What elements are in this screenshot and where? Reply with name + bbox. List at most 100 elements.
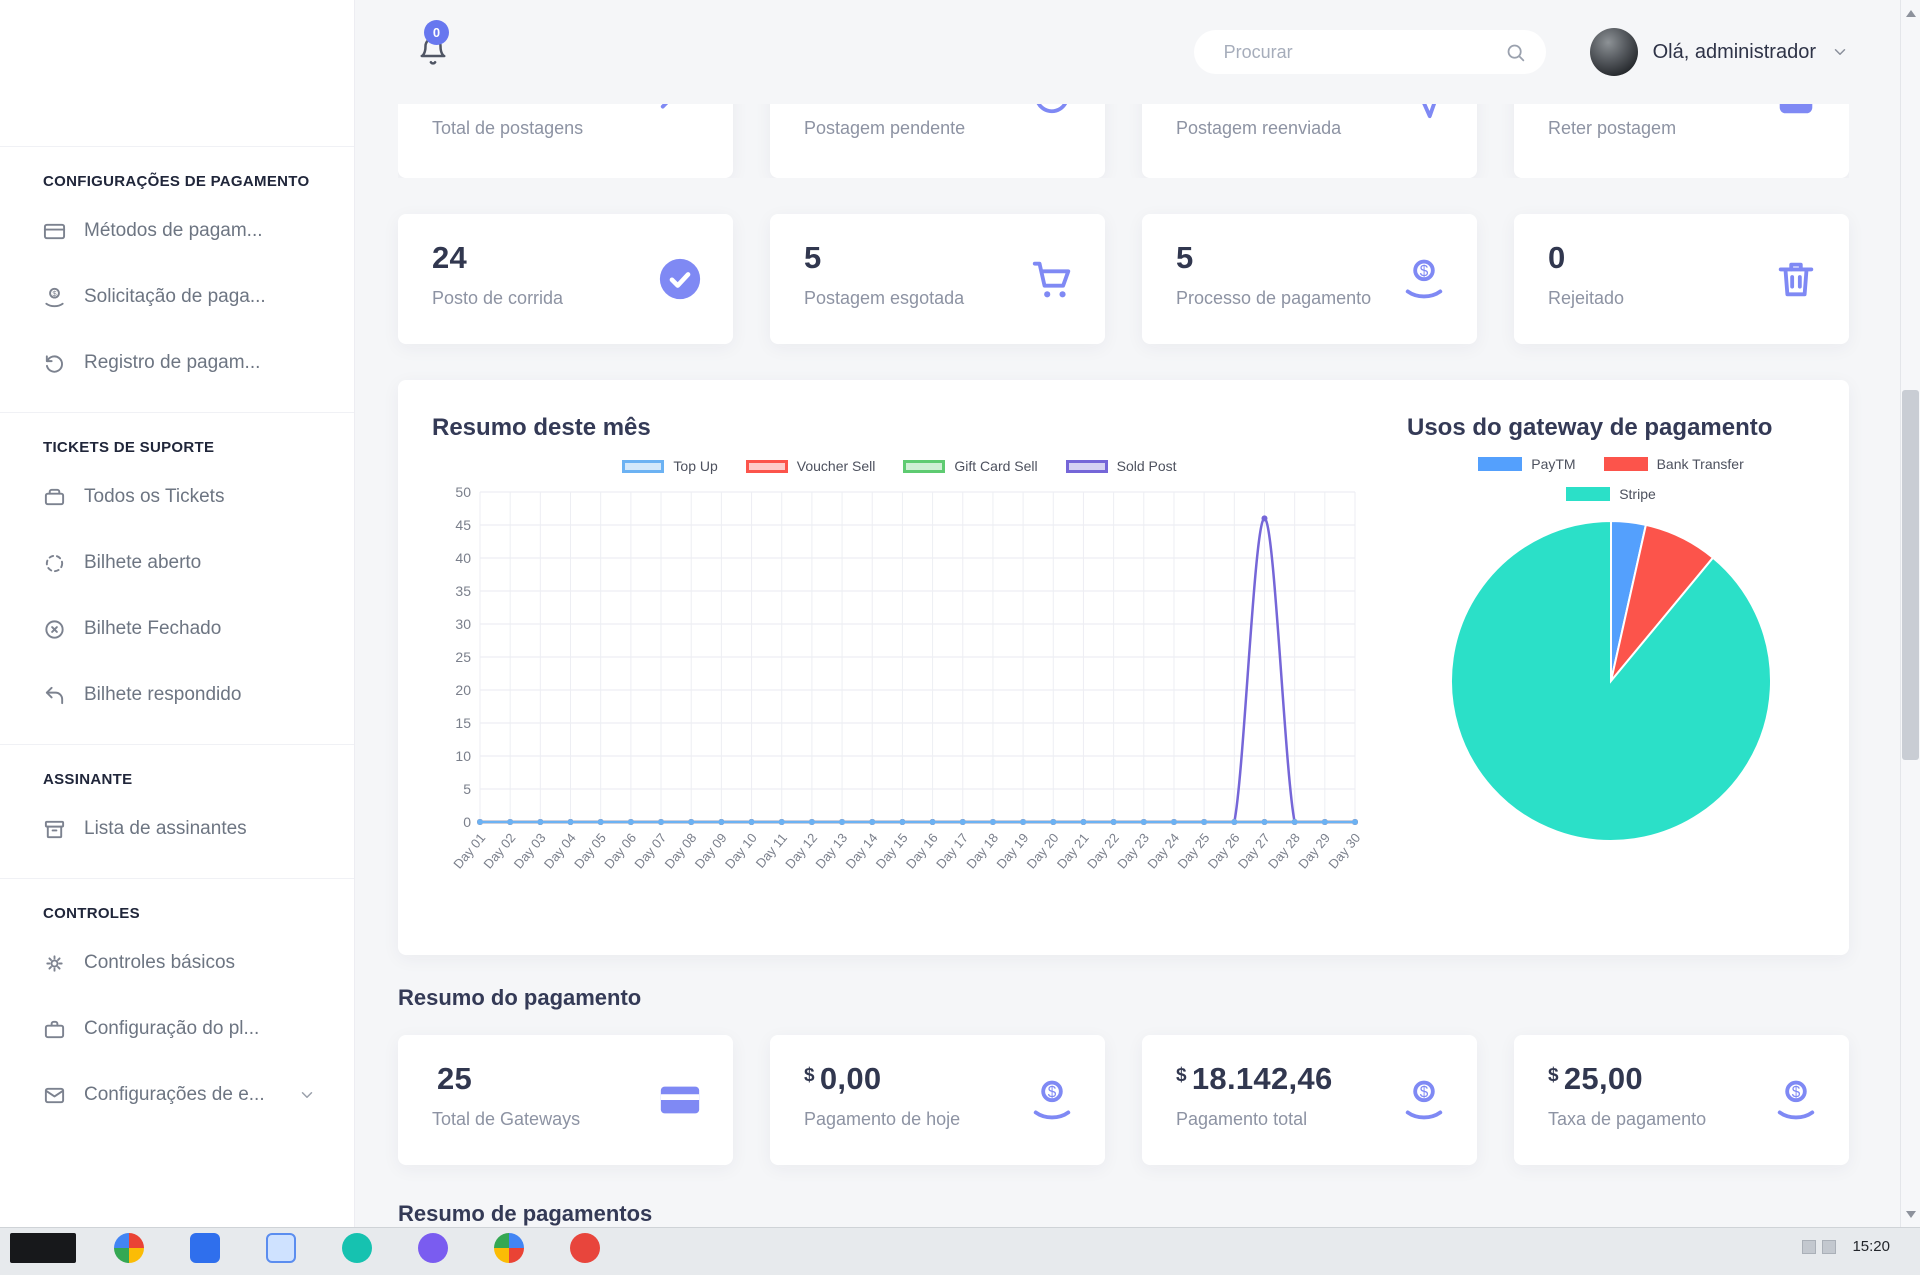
line-chart: 05101520253035404550Day 01Day 02Day 03Da… [432, 478, 1367, 918]
scroll-down-arrow[interactable] [1901, 1203, 1920, 1225]
svg-text:Day 14: Day 14 [843, 830, 881, 871]
legend-item-top-up[interactable]: Top Up [622, 458, 717, 474]
svg-text:Day 19: Day 19 [993, 830, 1031, 871]
sidebar-item-todos-tickets[interactable]: Todos os Tickets [0, 464, 354, 530]
sidebar-item-lista-assinantes[interactable]: Lista de assinantes [0, 796, 354, 862]
sidebar-section-payment-settings: CONFIGURAÇÕES DE PAGAMENTO Métodos de pa… [0, 147, 354, 396]
sidebar-item-bilhete-respondido[interactable]: Bilhete respondido [0, 662, 354, 728]
credit-card-icon [657, 1077, 703, 1123]
svg-text:Day 07: Day 07 [631, 830, 669, 871]
svg-text:Day 28: Day 28 [1265, 830, 1303, 871]
legend-swatch [1604, 457, 1648, 471]
currency-prefix: $ [804, 1065, 815, 1086]
svg-text:40: 40 [455, 550, 471, 566]
summary-panel: Resumo deste mês Top Up Voucher Sell [398, 380, 1849, 955]
taskbar-icons [114, 1233, 600, 1263]
reply-icon [43, 684, 66, 707]
pie-chart-legend-row1: PayTM Bank Transfer [1407, 456, 1815, 472]
sidebar-item-registro-pagamento[interactable]: Registro de pagam... [0, 330, 354, 396]
svg-text:20: 20 [455, 682, 471, 698]
hand-dollar-icon [1029, 1077, 1075, 1123]
chevron-down-icon [298, 1086, 316, 1104]
svg-text:Day 17: Day 17 [933, 830, 971, 871]
stat-card-total-postagens: Total de postagens [398, 104, 733, 178]
svg-text:15: 15 [455, 715, 471, 731]
stat-card-total-gateways: 25 Total de Gateways [398, 1035, 733, 1165]
sidebar-item-bilhete-aberto[interactable]: Bilhete aberto [0, 530, 354, 596]
taskbar-app-icon-browser[interactable] [114, 1233, 144, 1263]
svg-text:Day 13: Day 13 [812, 830, 850, 871]
currency-prefix: $ [1548, 1065, 1559, 1086]
svg-text:Day 25: Day 25 [1174, 830, 1212, 871]
main-area: 0 Olá, administrador Total de p [355, 0, 1920, 1245]
taskbar-app-icon-teal[interactable] [342, 1233, 372, 1263]
sidebar-item-label: Registro de pagam... [84, 352, 260, 374]
legend-item-stripe[interactable]: Stripe [1566, 486, 1656, 502]
taskbar-app-icon-purple[interactable] [418, 1233, 448, 1263]
svg-text:Day 18: Day 18 [963, 830, 1001, 871]
dashboard-content: Total de postagens Postagem pendente Pos… [355, 104, 1920, 1227]
circle-dashed-icon [43, 552, 66, 575]
legend-item-bank-transfer[interactable]: Bank Transfer [1604, 456, 1744, 472]
box-icon [1773, 104, 1819, 120]
taskbar-app-icon-browser2[interactable] [494, 1233, 524, 1263]
svg-text:Day 08: Day 08 [662, 830, 700, 871]
stat-value: 0,00 [820, 1061, 882, 1096]
scroll-up-arrow[interactable] [1901, 2, 1920, 24]
search-icon[interactable] [1505, 42, 1526, 63]
sidebar-item-controles-basicos[interactable]: Controles básicos [0, 930, 354, 996]
legend-item-sold-post[interactable]: Sold Post [1066, 458, 1177, 474]
history-icon [43, 352, 66, 375]
legend-label: Sold Post [1117, 458, 1177, 474]
taskbar: 15:20 [0, 1227, 1920, 1275]
stat-label: Total de postagens [432, 118, 699, 139]
credit-card-icon [43, 220, 66, 243]
search-box [1194, 30, 1546, 74]
monthly-summary-chart-section: Resumo deste mês Top Up Voucher Sell [432, 412, 1367, 923]
user-menu[interactable]: Olá, administrador [1590, 28, 1849, 76]
taskbar-app-icon-editor[interactable] [266, 1233, 296, 1263]
stat-value: 18.142,46 [1192, 1061, 1333, 1096]
sidebar-item-bilhete-fechado[interactable]: Bilhete Fechado [0, 596, 354, 662]
sidebar-item-label: Métodos de pagam... [84, 220, 263, 242]
notifications-button[interactable]: 0 [417, 35, 449, 69]
stat-card-postagem-pendente: Postagem pendente [770, 104, 1105, 178]
app-window: CONFIGURAÇÕES DE PAGAMENTO Métodos de pa… [0, 0, 1920, 1245]
taskbar-app-icon-red[interactable] [570, 1233, 600, 1263]
gears-icon [43, 952, 66, 975]
stat-card-posto-corrida: 24 Posto de corrida [398, 214, 733, 344]
legend-swatch [903, 460, 945, 473]
stat-card-reter-postagem: Reter postagem [1514, 104, 1849, 178]
svg-text:Day 15: Day 15 [873, 830, 911, 871]
legend-item-gift-card-sell[interactable]: Gift Card Sell [903, 458, 1037, 474]
stat-label: Reter postagem [1548, 118, 1815, 139]
scrollbar[interactable] [1900, 0, 1920, 1227]
chevron-down-icon [1831, 43, 1849, 61]
search-input[interactable] [1222, 41, 1505, 64]
payment-row: 25 Total de Gateways $0,00 Pagamento de … [398, 1035, 1849, 1165]
legend-swatch [1066, 460, 1108, 473]
sidebar-item-label: Controles básicos [84, 952, 235, 974]
sidebar-item-label: Configuração do pl... [84, 1018, 259, 1040]
legend-item-paytm[interactable]: PayTM [1478, 456, 1575, 472]
taskbar-start-button[interactable] [10, 1233, 76, 1263]
sidebar-heading-support-tickets: TICKETS DE SUPORTE [0, 413, 354, 464]
svg-text:35: 35 [455, 583, 471, 599]
legend-item-voucher-sell[interactable]: Voucher Sell [746, 458, 876, 474]
taskbar-clock[interactable]: 15:20 [1852, 1238, 1890, 1255]
tray-icon [1822, 1240, 1836, 1254]
sidebar-item-configuracoes-email[interactable]: Configurações de e... [0, 1062, 354, 1128]
stats-row-partial: Total de postagens Postagem pendente Pos… [398, 104, 1849, 178]
sidebar-item-configuracao-plugin[interactable]: Configuração do pl... [0, 996, 354, 1062]
mail-icon [43, 1084, 66, 1107]
sidebar-item-metodos-pagamento[interactable]: Métodos de pagam... [0, 198, 354, 264]
notification-badge: 0 [424, 20, 449, 45]
scrollbar-thumb[interactable] [1902, 390, 1919, 760]
sidebar-item-solicitacao-pagamento[interactable]: Solicitação de paga... [0, 264, 354, 330]
sidebar-section-subscriber: ASSINANTE Lista de assinantes [0, 744, 354, 862]
system-tray[interactable] [1802, 1240, 1836, 1254]
sidebar-heading-payment-settings: CONFIGURAÇÕES DE PAGAMENTO [0, 147, 354, 198]
user-greeting: Olá, administrador [1653, 41, 1816, 64]
legend-label: PayTM [1531, 456, 1575, 472]
taskbar-app-icon-files[interactable] [190, 1233, 220, 1263]
